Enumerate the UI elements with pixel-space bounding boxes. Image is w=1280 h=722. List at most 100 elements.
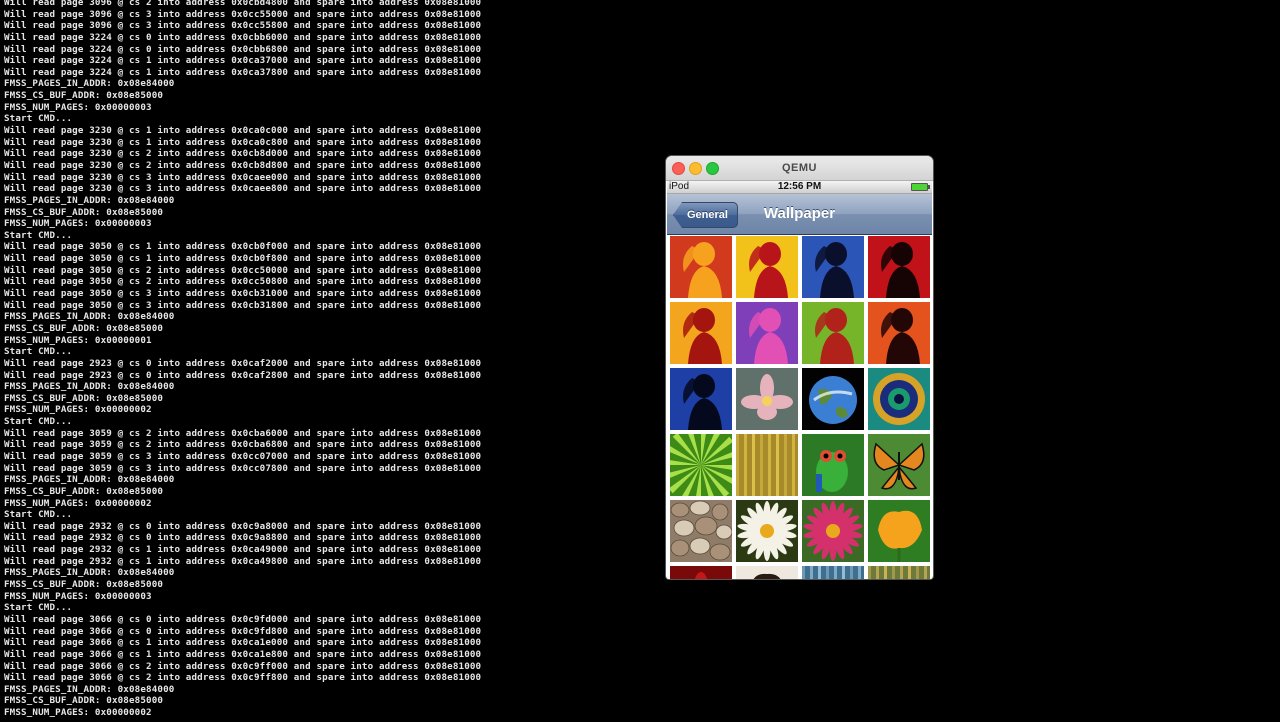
terminal-line: Will read page 3096 @ cs 2 into address … xyxy=(4,0,482,8)
wallpaper-grid[interactable] xyxy=(670,236,932,579)
terminal-line: Start CMD... xyxy=(4,602,73,614)
wallpaper-thumbnail-silhouette-yellow-pair[interactable] xyxy=(736,236,798,298)
terminal-line: FMSS_PAGES_IN_ADDR: 0x08e84000 xyxy=(4,78,175,90)
wallpaper-thumbnail-pebbles[interactable] xyxy=(670,500,732,562)
terminal-line: FMSS_PAGES_IN_ADDR: 0x08e84000 xyxy=(4,683,175,695)
terminal-line: Start CMD... xyxy=(4,346,73,358)
wallpaper-thumbnail-water-ripples[interactable] xyxy=(802,566,864,579)
silhouette-orange-profile-icon xyxy=(881,308,920,364)
terminal-line: Start CMD... xyxy=(4,416,73,428)
terminal-line: Will read page 3050 @ cs 2 into address … xyxy=(4,264,482,276)
wallpaper-thumbnail-red-rose[interactable] xyxy=(670,566,732,579)
wallpaper-thumbnail-water-lily[interactable] xyxy=(736,368,798,430)
silhouette-purple-hair-icon xyxy=(749,308,788,364)
wallpaper-thumbnail-peacock-feather[interactable] xyxy=(868,368,930,430)
terminal-line: FMSS_NUM_PAGES: 0x00000003 xyxy=(4,101,152,113)
silhouette-blue-woman-icon xyxy=(683,374,722,430)
wallpaper-thumbnail-portrait-woman[interactable] xyxy=(736,566,798,579)
terminal-line: Will read page 3050 @ cs 3 into address … xyxy=(4,299,482,311)
terminal-line: Will read page 3050 @ cs 2 into address … xyxy=(4,276,482,288)
terminal-line: Will read page 3224 @ cs 1 into address … xyxy=(4,55,482,67)
water-lily-icon xyxy=(741,374,793,420)
terminal-line: Will read page 3066 @ cs 0 into address … xyxy=(4,613,482,625)
red-rose-icon xyxy=(694,572,708,579)
terminal-line: Will read page 3230 @ cs 1 into address … xyxy=(4,136,482,148)
terminal-line: Will read page 3059 @ cs 2 into address … xyxy=(4,427,482,439)
terminal-line: FMSS_CS_BUF_ADDR: 0x08e85000 xyxy=(4,206,164,218)
wallpaper-thumbnail-silhouette-blue-woman[interactable] xyxy=(670,368,732,430)
silhouette-yellow-pair-icon xyxy=(749,242,788,298)
terminal-line: Will read page 3050 @ cs 1 into address … xyxy=(4,253,482,265)
wallpaper-thumbnail-silhouette-orange-hair[interactable] xyxy=(670,302,732,364)
wallpaper-thumbnail-golden-field[interactable] xyxy=(868,566,930,579)
terminal-line: FMSS_CS_BUF_ADDR: 0x08e85000 xyxy=(4,485,164,497)
terminal-line: Will read page 3230 @ cs 2 into address … xyxy=(4,159,482,171)
wallpaper-thumbnail-silhouette-blue-group[interactable] xyxy=(802,236,864,298)
terminal-line: FMSS_PAGES_IN_ADDR: 0x08e84000 xyxy=(4,474,175,486)
silhouette-orange-hair-icon xyxy=(683,308,722,364)
terminal-line: Will read page 3230 @ cs 1 into address … xyxy=(4,125,482,137)
wallpaper-thumbnail-silhouette-red-dancer[interactable] xyxy=(670,236,732,298)
terminal-line: FMSS_NUM_PAGES: 0x00000002 xyxy=(4,404,152,416)
terminal-line: Will read page 3224 @ cs 0 into address … xyxy=(4,31,482,43)
orange-poppy-icon xyxy=(878,510,922,562)
green-leaf-rays-icon xyxy=(670,434,732,496)
wallpaper-thumbnail-monarch-butterfly[interactable] xyxy=(868,434,930,496)
golden-field-icon xyxy=(868,566,927,579)
terminal-line: FMSS_CS_BUF_ADDR: 0x08e85000 xyxy=(4,90,164,102)
wallpaper-thumbnail-earth-globe[interactable] xyxy=(802,368,864,430)
page-title: Wallpaper xyxy=(763,205,836,222)
peacock-feather-icon xyxy=(873,373,925,425)
terminal-line: Will read page 3066 @ cs 1 into address … xyxy=(4,637,482,649)
terminal-line: FMSS_CS_BUF_ADDR: 0x08e85000 xyxy=(4,695,164,707)
silhouette-red-dancer-icon xyxy=(683,242,722,298)
silhouette-blue-group-icon xyxy=(815,242,854,298)
wallpaper-thumbnail-orange-poppy[interactable] xyxy=(868,500,930,562)
terminal-line: FMSS_NUM_PAGES: 0x00000002 xyxy=(4,497,152,509)
terminal-line: FMSS_NUM_PAGES: 0x00000003 xyxy=(4,218,152,230)
window-titlebar[interactable]: QEMU xyxy=(666,156,933,181)
terminal-line: Will read page 2932 @ cs 0 into address … xyxy=(4,532,482,544)
terminal-line: Will read page 3224 @ cs 0 into address … xyxy=(4,43,482,55)
terminal-line: Will read page 3066 @ cs 2 into address … xyxy=(4,660,482,672)
wallpaper-thumbnail-tree-frog[interactable] xyxy=(802,434,864,496)
terminal-line: FMSS_PAGES_IN_ADDR: 0x08e84000 xyxy=(4,194,175,206)
terminal-line: Start CMD... xyxy=(4,113,73,125)
terminal-line: Will read page 3230 @ cs 2 into address … xyxy=(4,148,482,160)
wallpaper-thumbnail-white-daisy[interactable] xyxy=(736,500,798,562)
status-time: 12:56 PM xyxy=(777,181,822,192)
terminal-line: FMSS_NUM_PAGES: 0x00000002 xyxy=(4,707,152,719)
wallpaper-thumbnail-silhouette-orange-profile[interactable] xyxy=(868,302,930,364)
terminal-line: Start CMD... xyxy=(4,509,73,521)
monarch-butterfly-icon xyxy=(873,442,925,490)
pink-gerbera-icon xyxy=(803,501,863,561)
terminal-line: FMSS_CS_BUF_ADDR: 0x08e85000 xyxy=(4,579,164,591)
terminal-line: FMSS_NUM_PAGES: 0x00000003 xyxy=(4,590,152,602)
status-bar: iPod 12:56 PM xyxy=(667,181,932,194)
qemu-window[interactable]: QEMU iPod 12:56 PM General Wallpaper xyxy=(666,156,933,579)
terminal-line: Will read page 3066 @ cs 2 into address … xyxy=(4,672,482,684)
terminal-line: Will read page 2932 @ cs 1 into address … xyxy=(4,544,482,556)
wallpaper-thumbnail-green-leaf-rays[interactable] xyxy=(670,434,732,496)
terminal-line: FMSS_PAGES_IN_ADDR: 0x08e84000 xyxy=(4,567,175,579)
battery-icon xyxy=(911,183,930,191)
ipod-screen[interactable]: iPod 12:56 PM General Wallpaper xyxy=(667,181,932,579)
terminal-output: Will read page 3096 @ cs 2 into address … xyxy=(4,0,604,722)
terminal-line: Start CMD... xyxy=(4,229,73,241)
earth-globe-icon xyxy=(809,376,857,424)
wallpaper-thumbnail-silhouette-dark-red[interactable] xyxy=(868,236,930,298)
water-ripples-icon xyxy=(802,566,861,579)
terminal-line: Will read page 2923 @ cs 0 into address … xyxy=(4,369,482,381)
tree-frog-icon xyxy=(816,450,848,492)
wallpaper-thumbnail-pink-gerbera[interactable] xyxy=(802,500,864,562)
wallpaper-thumbnail-silhouette-purple-hair[interactable] xyxy=(736,302,798,364)
wallpaper-thumbnail-autumn-forest[interactable] xyxy=(736,434,798,496)
navigation-bar: General Wallpaper xyxy=(667,194,932,235)
white-daisy-icon xyxy=(737,501,797,561)
terminal-line: Will read page 2923 @ cs 0 into address … xyxy=(4,357,482,369)
silhouette-dark-red-icon xyxy=(881,242,920,298)
terminal-line: FMSS_PAGES_IN_ADDR: 0x08e84000 xyxy=(4,381,175,393)
wallpaper-thumbnail-silhouette-green-curls[interactable] xyxy=(802,302,864,364)
autumn-forest-icon xyxy=(736,434,795,496)
terminal-line: FMSS_CS_BUF_ADDR: 0x08e85000 xyxy=(4,322,164,334)
